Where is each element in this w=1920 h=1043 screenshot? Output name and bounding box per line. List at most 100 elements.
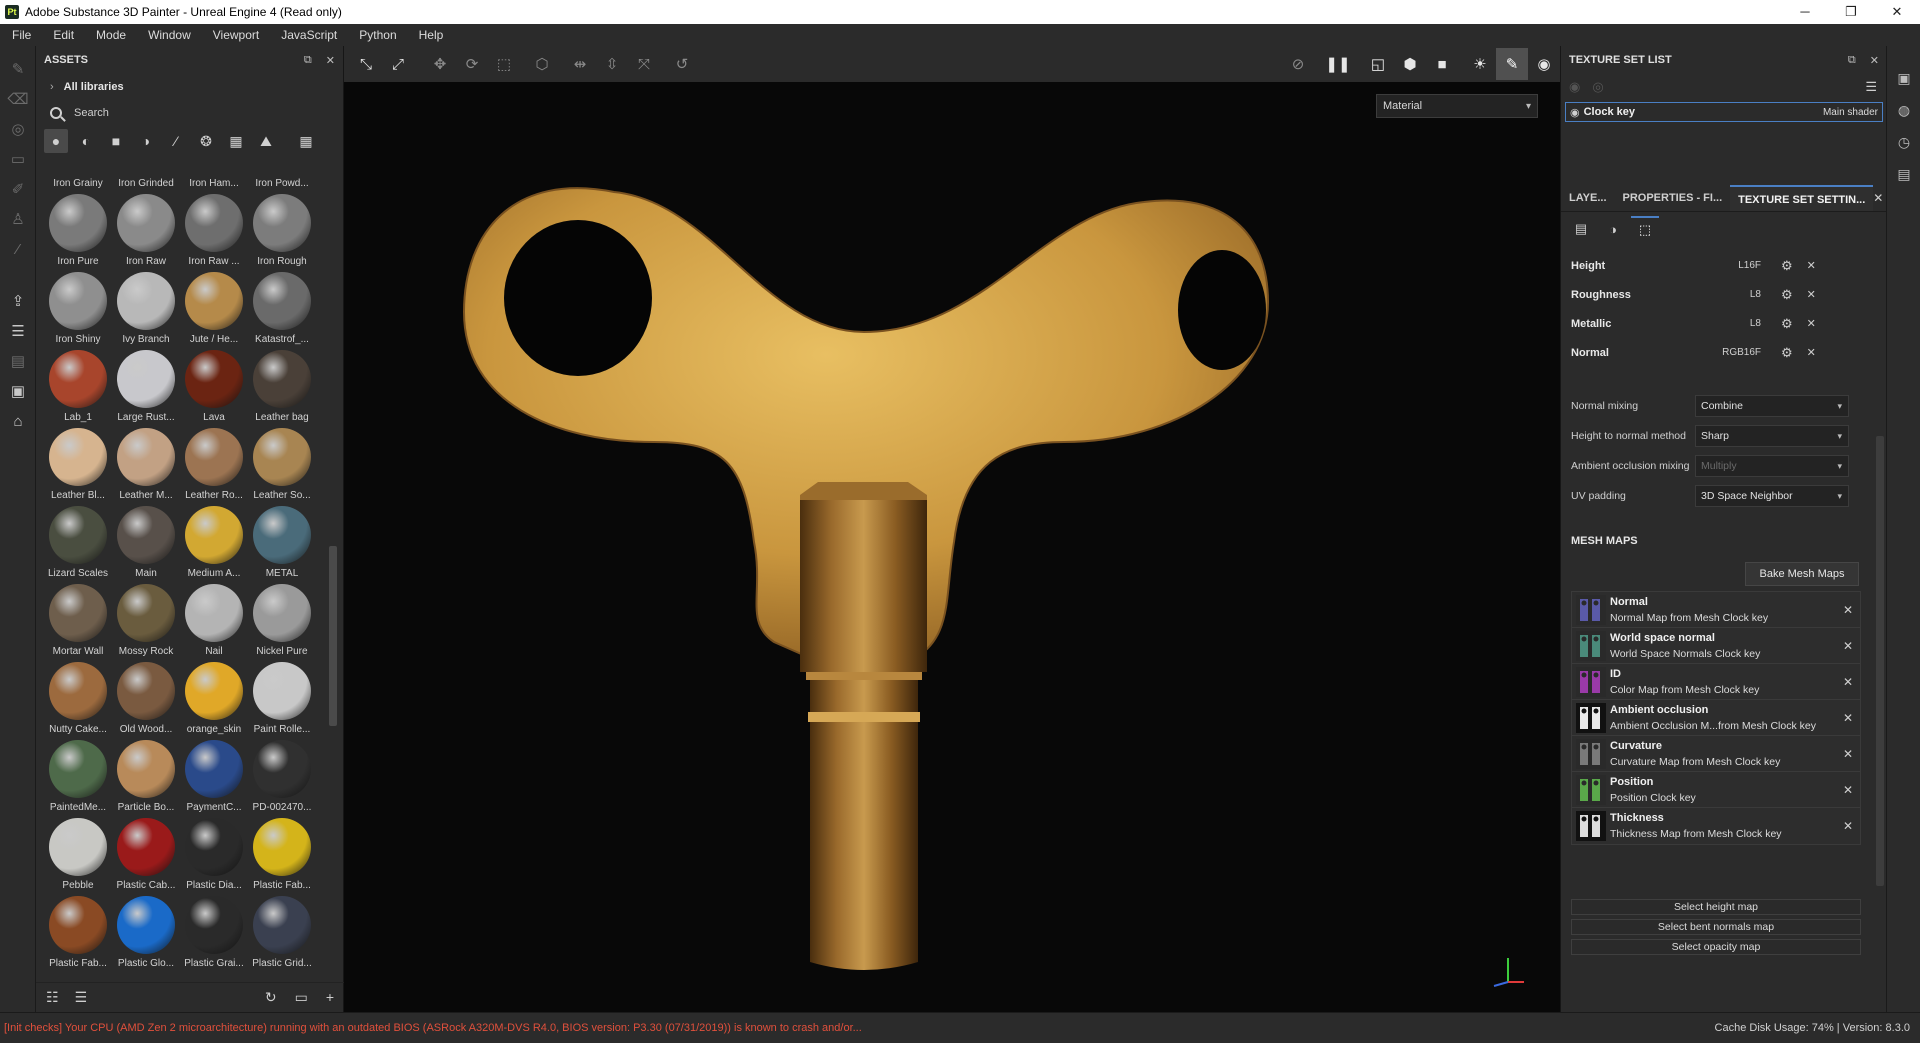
- add-icon[interactable]: +: [326, 989, 334, 1006]
- mesh-map-item[interactable]: Thickness Thickness Map from Mesh Clock k…: [1571, 807, 1861, 845]
- history-icon[interactable]: ◷: [1887, 126, 1920, 158]
- channel-row[interactable]: Metallic L8 ⚙ ✕: [1571, 309, 1875, 338]
- select-opacity-map-button[interactable]: Select opacity map: [1571, 939, 1861, 955]
- asset-tile[interactable]: Leather bag: [248, 350, 316, 423]
- document-icon[interactable]: ▣: [0, 376, 36, 406]
- asset-tile[interactable]: Lab_1: [44, 350, 112, 423]
- menu-edit[interactable]: Edit: [53, 28, 74, 42]
- shader-settings-icon[interactable]: ◍: [1887, 94, 1920, 126]
- channel-row[interactable]: Height L16F ⚙ ✕: [1571, 251, 1875, 280]
- cube-icon[interactable]: ⬡: [526, 48, 558, 80]
- move-icon[interactable]: ✥: [424, 48, 456, 80]
- mesh-map-item[interactable]: Position Position Clock key ✕: [1571, 771, 1861, 809]
- asset-tile[interactable]: PaintedMe...: [44, 740, 112, 813]
- bake-mesh-maps-button[interactable]: Bake Mesh Maps: [1745, 562, 1859, 586]
- filter-list-icon[interactable]: ☷: [46, 989, 59, 1006]
- close-panel-icon[interactable]: ✕: [326, 54, 335, 67]
- normal-mixing-select[interactable]: Combine ▾: [1695, 395, 1849, 417]
- projection-icon[interactable]: ◎: [0, 114, 36, 144]
- clone-stamp-icon[interactable]: ♙: [0, 204, 36, 234]
- particles-filter-icon[interactable]: ❂: [194, 129, 218, 153]
- asset-tile[interactable]: Lava: [180, 350, 248, 423]
- menu-viewport[interactable]: Viewport: [213, 28, 259, 42]
- select-bent-normals-map-button[interactable]: Select bent normals map: [1571, 919, 1861, 935]
- mesh-map-item[interactable]: World space normal World Space Normals Cl…: [1571, 627, 1861, 665]
- asset-tile[interactable]: Iron Ham...: [180, 178, 248, 189]
- trash-icon[interactable]: ▤: [0, 346, 36, 376]
- viewport-mode-select[interactable]: Material ▾: [1376, 94, 1538, 118]
- assets-scrollbar[interactable]: [329, 186, 337, 996]
- channel-format[interactable]: L8: [1721, 318, 1761, 329]
- remove-channel-icon[interactable]: ✕: [1807, 259, 1816, 272]
- menu-file[interactable]: File: [12, 28, 31, 42]
- menu-icon[interactable]: ☰: [1865, 79, 1877, 95]
- asset-tile[interactable]: Plastic Fab...: [44, 896, 112, 969]
- mirror-z-icon[interactable]: ⤧: [628, 48, 660, 80]
- bake-icon[interactable]: ☰: [0, 316, 36, 346]
- asset-tile[interactable]: Leather Ro...: [180, 428, 248, 501]
- mesh-map-item[interactable]: ID Color Map from Mesh Clock key ✕: [1571, 663, 1861, 701]
- gear-icon[interactable]: ⚙: [1781, 258, 1793, 274]
- asset-tile[interactable]: Large Rust...: [112, 350, 180, 423]
- remove-mesh-map-icon[interactable]: ✕: [1836, 783, 1860, 797]
- reset-icon[interactable]: ↺: [666, 48, 698, 80]
- remove-channel-icon[interactable]: ✕: [1807, 288, 1816, 301]
- remove-channel-icon[interactable]: ✕: [1807, 346, 1816, 359]
- mesh-map-item[interactable]: Curvature Curvature Map from Mesh Clock k…: [1571, 735, 1861, 773]
- asset-tile[interactable]: Mortar Wall: [44, 584, 112, 657]
- color-picker-icon[interactable]: ⁄: [0, 234, 36, 264]
- remove-mesh-map-icon[interactable]: ✕: [1836, 675, 1860, 689]
- asset-tile[interactable]: Mossy Rock: [112, 584, 180, 657]
- eraser-icon[interactable]: ⌫: [0, 84, 36, 114]
- materials-filter-icon[interactable]: ●: [44, 129, 68, 153]
- channel-row[interactable]: Normal RGB16F ⚙ ✕: [1571, 338, 1875, 367]
- asset-tile[interactable]: Medium A...: [180, 506, 248, 579]
- select-height-map-button[interactable]: Select height map: [1571, 899, 1861, 915]
- asset-tile[interactable]: Leather So...: [248, 428, 316, 501]
- asset-tile[interactable]: Iron Raw ...: [180, 194, 248, 267]
- asset-tile[interactable]: Iron Powd...: [248, 178, 316, 189]
- mirror-x-icon[interactable]: ⇹: [564, 48, 596, 80]
- texture-set-shader[interactable]: Main shader: [1823, 107, 1878, 118]
- list-view-icon[interactable]: ☰: [75, 989, 88, 1006]
- rotate-icon[interactable]: ⟳: [456, 48, 488, 80]
- asset-tile[interactable]: Nickel Pure: [248, 584, 316, 657]
- mesh-map-item[interactable]: Normal Normal Map from Mesh Clock key ✕: [1571, 591, 1861, 629]
- channel-format[interactable]: L16F: [1721, 260, 1761, 271]
- gear-icon[interactable]: ⚙: [1781, 287, 1793, 303]
- light-icon[interactable]: ☀: [1464, 48, 1496, 80]
- status-error-message[interactable]: [Init checks] Your CPU (AMD Zen 2 microa…: [4, 1022, 862, 1034]
- grid-view-icon[interactable]: ▦: [294, 129, 318, 153]
- smart-materials-filter-icon[interactable]: ◐: [74, 129, 98, 153]
- float-panel-icon[interactable]: ⧉: [1848, 54, 1856, 67]
- asset-tile[interactable]: Pebble: [44, 818, 112, 891]
- pause-icon[interactable]: ❚❚: [1322, 48, 1354, 80]
- asset-tile[interactable]: Leather Bl...: [44, 428, 112, 501]
- transform-icon[interactable]: ⤡: [350, 48, 382, 80]
- remove-mesh-map-icon[interactable]: ✕: [1836, 639, 1860, 653]
- masks-filter-icon[interactable]: ■: [104, 129, 128, 153]
- mesh-map-item[interactable]: Ambient occlusion Ambient Occlusion M...f…: [1571, 699, 1861, 737]
- asset-tile[interactable]: PaymentC...: [180, 740, 248, 813]
- asset-tile[interactable]: Iron Raw: [112, 194, 180, 267]
- log-icon[interactable]: ▤: [1887, 158, 1920, 190]
- tab-properties[interactable]: PROPERTIES - FI...: [1615, 185, 1731, 211]
- asset-tile[interactable]: Plastic Glo...: [112, 896, 180, 969]
- menu-javascript[interactable]: JavaScript: [281, 28, 337, 42]
- asset-tile[interactable]: orange_skin: [180, 662, 248, 735]
- environments-filter-icon[interactable]: ⛰: [254, 129, 278, 153]
- mirror-y-icon[interactable]: ⇳: [596, 48, 628, 80]
- gear-icon[interactable]: ⚙: [1781, 316, 1793, 332]
- camera-icon[interactable]: ■: [1426, 48, 1458, 80]
- height-to-normal-select[interactable]: Sharp ▾: [1695, 425, 1849, 447]
- channel-format[interactable]: RGB16F: [1721, 347, 1761, 358]
- uv-icon[interactable]: ⬚: [1631, 216, 1659, 242]
- asset-tile[interactable]: Iron Grainy: [44, 178, 112, 189]
- search-input[interactable]: Search: [36, 100, 343, 126]
- asset-tile[interactable]: METAL: [248, 506, 316, 579]
- asset-tile[interactable]: Ivy Branch: [112, 272, 180, 345]
- scale-icon[interactable]: ⬚: [488, 48, 520, 80]
- transform-options-icon[interactable]: ⤢: [382, 48, 414, 80]
- asset-tile[interactable]: Particle Bo...: [112, 740, 180, 813]
- asset-tile[interactable]: Nutty Cake...: [44, 662, 112, 735]
